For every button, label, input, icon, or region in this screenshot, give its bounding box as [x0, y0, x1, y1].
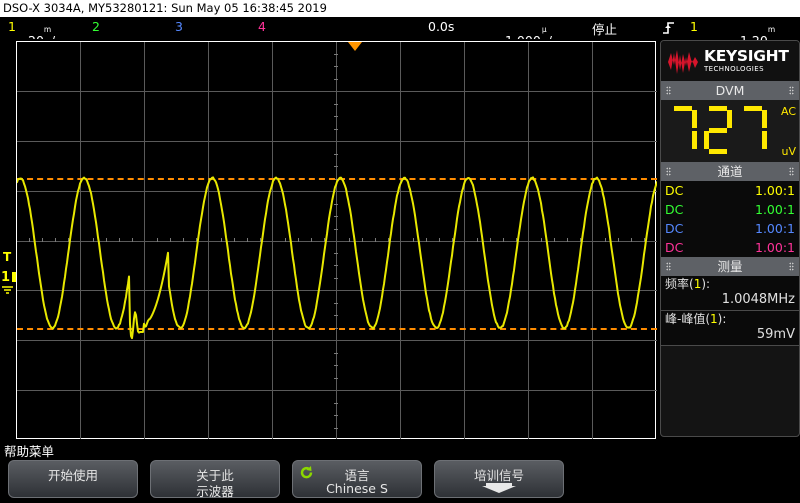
softkey-3[interactable]: 培训信号	[434, 460, 564, 498]
softkey-row: 开始使用 关于此 示波器 语言 Chinese S 培训信号	[8, 460, 564, 499]
channel-row-4[interactable]: DC 1.00:1	[661, 238, 799, 257]
grip-dots-left-icon	[666, 167, 671, 176]
dvm-digit-2	[739, 106, 767, 154]
channel-1-waveform-trace	[17, 176, 657, 340]
channel-2-indicator[interactable]: 2	[92, 19, 100, 34]
channel-row-2[interactable]: DC 1.00:1	[661, 200, 799, 219]
down-arrow-icon	[435, 481, 563, 497]
measurement-value-0: 1.0048MHz	[721, 292, 795, 307]
softkey-0[interactable]: 开始使用	[8, 460, 138, 498]
channel-1-indicator[interactable]: 1	[8, 19, 16, 34]
measurements-section-header[interactable]: 测量	[661, 257, 799, 276]
trigger-source-label[interactable]: 1	[690, 19, 698, 34]
channel-row-1[interactable]: DC 1.00:1	[661, 181, 799, 200]
measurement-results-list: 频率(1): 1.0048MHz 峰-峰值(1): 59mV	[661, 276, 799, 346]
timebase-unit-prefix: µ	[541, 25, 547, 34]
measurement-label-0: 频率(1):	[665, 277, 711, 291]
channel-1-ground-marker[interactable]: 1	[1, 271, 10, 284]
softkey-0-label-line1: 开始使用	[47, 468, 98, 483]
keysight-logo: KEYSIGHT TECHNOLOGIES	[661, 41, 799, 81]
dvm-header-label: DVM	[715, 83, 745, 98]
scale-unit-prefix: m	[43, 25, 52, 34]
channel-3-indicator[interactable]: 3	[175, 19, 183, 34]
channel-4-coupling: DC	[665, 240, 684, 255]
channel-settings-list: DC 1.00:1 DC 1.00:1 DC 1.00:1 DC 1.00:1	[661, 181, 799, 257]
run-state-label[interactable]: 停止	[592, 19, 617, 38]
grip-dots-left-icon	[666, 262, 671, 271]
measurement-item-0[interactable]: 频率(1): 1.0048MHz	[661, 276, 799, 311]
brand-tagline: TECHNOLOGIES	[704, 65, 764, 74]
rising-edge-trigger-icon[interactable]	[662, 21, 675, 35]
measurement-label-1: 峰-峰值(1):	[665, 312, 727, 326]
grip-dots-right-icon	[789, 262, 794, 271]
brand-name: KEYSIGHT	[704, 46, 789, 65]
grip-dots-right-icon	[789, 167, 794, 176]
measurement-source-1: 1	[710, 312, 718, 326]
softkey-1-label-line2: 示波器	[196, 484, 234, 499]
status-toolbar: 1 20 m V / 2 3 4 0.0s 1.000 µ s / 停止 1 1…	[0, 17, 800, 48]
channel-row-3[interactable]: DC 1.00:1	[661, 219, 799, 238]
channel-2-coupling: DC	[665, 202, 684, 217]
channel-2-probe-ratio: 1.00:1	[755, 202, 795, 217]
menu-title: 帮助菜单	[4, 444, 55, 459]
dvm-unit-label: uV	[781, 145, 797, 158]
trigger-unit-prefix: m	[767, 25, 776, 34]
ground-symbol-icon	[2, 286, 13, 294]
channel-1-probe-ratio: 1.00:1	[755, 183, 795, 198]
trigger-level-marker[interactable]: T	[3, 251, 11, 263]
graticule-grid[interactable]	[16, 41, 657, 440]
measurement-value-1: 59mV	[756, 327, 795, 342]
channel-3-coupling: DC	[665, 221, 684, 236]
dvm-section-header[interactable]: DVM	[661, 81, 799, 100]
grip-dots-right-icon	[789, 86, 794, 95]
measurements-header-label: 测量	[717, 259, 743, 274]
window-title-bar: DSO-X 3034A, MY53280121: Sun May 05 16:3…	[0, 0, 800, 17]
channels-header-label: 通道	[717, 164, 743, 179]
softkey-menu-area: 帮助菜单 开始使用 关于此 示波器 语言 Chinese S 培训信号	[0, 439, 800, 503]
dvm-digit-1	[704, 106, 732, 154]
dvm-digit-0	[669, 106, 697, 154]
dvm-coupling-label: AC	[780, 105, 796, 118]
channel-4-probe-ratio: 1.00:1	[755, 240, 795, 255]
channel-4-indicator[interactable]: 4	[258, 19, 266, 34]
dvm-seven-segment-digits	[669, 106, 767, 154]
softkey-1[interactable]: 关于此 示波器	[150, 460, 280, 499]
right-info-panel: KEYSIGHT TECHNOLOGIES DVM AC uV 通道 DC 1.0…	[660, 40, 800, 437]
grip-dots-left-icon	[666, 86, 671, 95]
keysight-wave-mark-icon	[668, 50, 698, 74]
dvm-readout[interactable]: AC uV	[661, 100, 799, 162]
waveform-display-area[interactable]: T 1	[0, 39, 658, 440]
channels-section-header[interactable]: 通道	[661, 162, 799, 181]
channel-1-coupling: DC	[665, 183, 684, 198]
softkey-2[interactable]: 语言 Chinese S	[292, 460, 422, 498]
measurement-item-1[interactable]: 峰-峰值(1): 59mV	[661, 311, 799, 346]
softkey-2-label-line2: Chinese S	[326, 481, 388, 496]
delay-readout[interactable]: 0.0s	[428, 19, 454, 34]
channel-3-probe-ratio: 1.00:1	[755, 221, 795, 236]
